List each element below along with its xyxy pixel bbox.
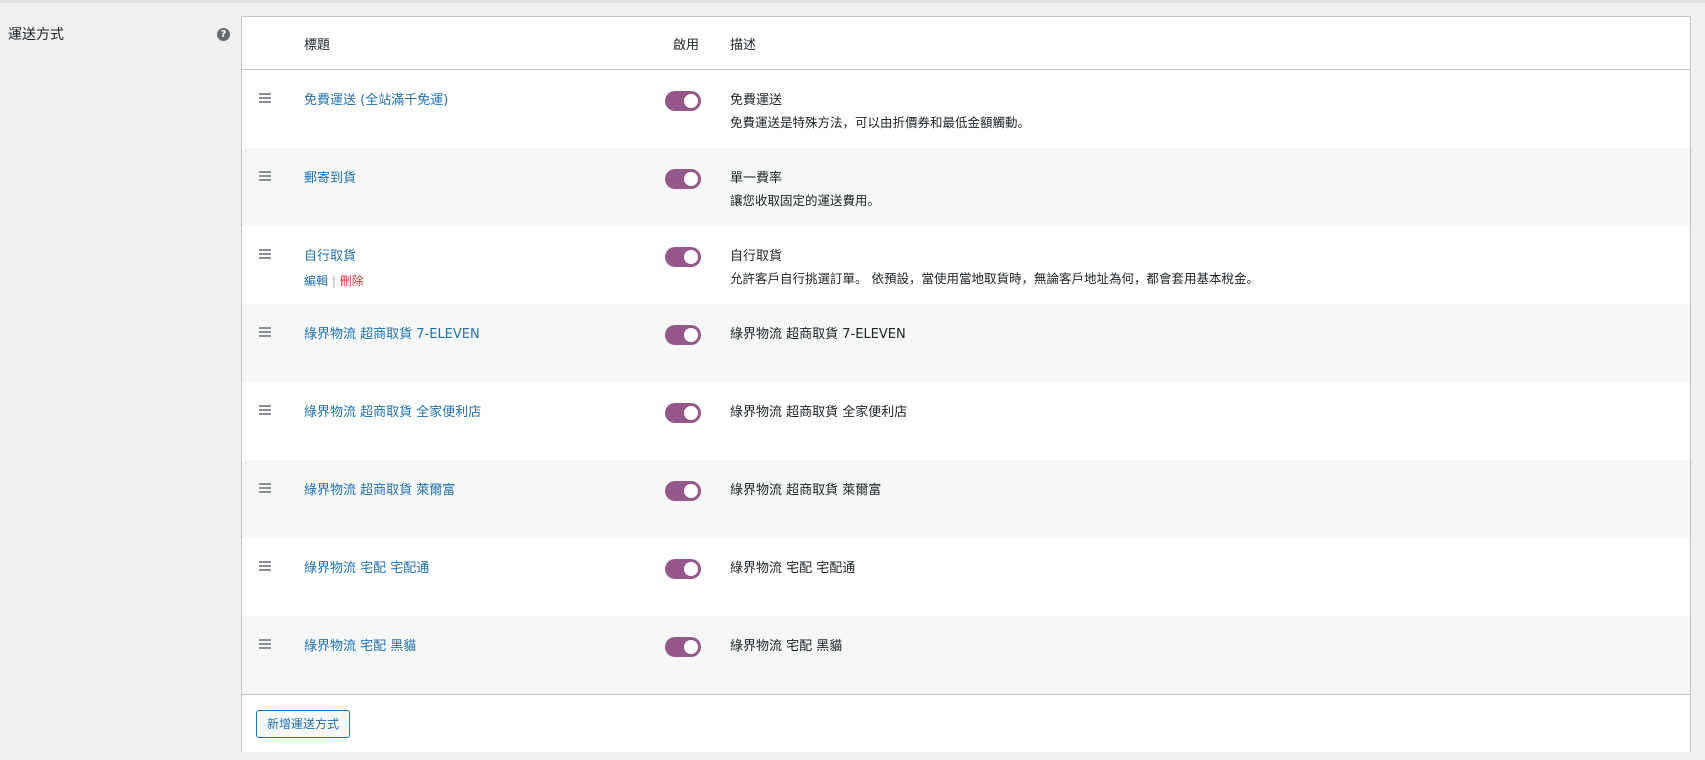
- edit-link[interactable]: 編輯: [304, 274, 328, 288]
- method-title-link[interactable]: 郵寄到貨: [304, 167, 356, 186]
- table-row: 免費運送 (全站滿千免運) 免費運送 免費運送是特殊方法，可以由折價券和最低金額…: [242, 70, 1690, 148]
- enabled-toggle[interactable]: [665, 169, 701, 189]
- drag-handle-icon[interactable]: [259, 171, 271, 181]
- method-title-link[interactable]: 綠界物流 宅配 宅配通: [304, 557, 429, 576]
- drag-handle-icon[interactable]: [259, 483, 271, 493]
- table-body: 免費運送 (全站滿千免運) 免費運送 免費運送是特殊方法，可以由折價券和最低金額…: [242, 70, 1690, 694]
- shipping-methods-table: 標題 啟用 描述 免費運送 (全站滿千免運) 免費運送 免費運送是特殊方法，可以…: [241, 16, 1691, 752]
- section-label: 運送方式: [8, 27, 64, 43]
- enabled-toggle[interactable]: [665, 481, 701, 501]
- table-row: 綠界物流 超商取貨 萊爾富 綠界物流 超商取貨 萊爾富: [242, 460, 1690, 538]
- enabled-toggle[interactable]: [665, 403, 701, 423]
- description-text: 免費運送是特殊方法，可以由折價券和最低金額觸動。: [730, 115, 1031, 130]
- action-separator: |: [331, 274, 336, 288]
- description-title: 自行取貨: [730, 249, 783, 264]
- method-title-link[interactable]: 綠界物流 超商取貨 7-ELEVEN: [304, 323, 480, 342]
- description-title: 免費運送: [730, 93, 783, 108]
- description-text: 讓您收取固定的運送費用。: [730, 193, 881, 208]
- table-row: 自行取貨 編輯 | 刪除 自行取貨 允許客戶自行挑選訂單。 依預設，當使用當地取…: [242, 226, 1690, 304]
- drag-handle-icon[interactable]: [259, 93, 271, 103]
- header-enabled: 啟用: [673, 38, 700, 53]
- top-divider: [0, 0, 1705, 3]
- drag-handle-icon[interactable]: [259, 639, 271, 649]
- enabled-toggle[interactable]: [665, 325, 701, 345]
- header-title: 標題: [304, 38, 331, 53]
- description-title: 綠界物流 超商取貨 萊爾富: [730, 483, 882, 498]
- table-row: 綠界物流 宅配 黑貓 綠界物流 宅配 黑貓: [242, 616, 1690, 694]
- description-title: 綠界物流 超商取貨 全家便利店: [730, 405, 908, 420]
- table-row: 綠界物流 超商取貨 7-ELEVEN 綠界物流 超商取貨 7-ELEVEN: [242, 304, 1690, 382]
- add-shipping-method-button[interactable]: 新增運送方式: [256, 710, 351, 738]
- description-title: 綠界物流 超商取貨 7-ELEVEN: [730, 327, 906, 342]
- drag-handle-icon[interactable]: [259, 327, 271, 337]
- enabled-toggle[interactable]: [665, 559, 701, 579]
- drag-handle-icon[interactable]: [259, 561, 271, 571]
- table-row: 綠界物流 宅配 宅配通 綠界物流 宅配 宅配通: [242, 538, 1690, 616]
- method-title-link[interactable]: 免費運送 (全站滿千免運): [304, 89, 448, 108]
- description-title: 綠界物流 宅配 黑貓: [730, 639, 843, 654]
- table-row: 綠界物流 超商取貨 全家便利店 綠界物流 超商取貨 全家便利店: [242, 382, 1690, 460]
- help-icon[interactable]: ?: [217, 28, 230, 41]
- description-text: 允許客戶自行挑選訂單。 依預設，當使用當地取貨時，無論客戶地址為何，都會套用基本…: [730, 271, 1259, 286]
- drag-handle-icon[interactable]: [259, 405, 271, 415]
- drag-handle-icon[interactable]: [259, 249, 271, 259]
- method-title-link[interactable]: 綠界物流 超商取貨 全家便利店: [304, 401, 481, 420]
- description-title: 綠界物流 宅配 宅配通: [730, 561, 856, 576]
- enabled-toggle[interactable]: [665, 247, 701, 267]
- table-row: 郵寄到貨 單一費率 讓您收取固定的運送費用。: [242, 148, 1690, 226]
- description-title: 單一費率: [730, 171, 783, 186]
- delete-link[interactable]: 刪除: [340, 274, 364, 288]
- table-footer: 新增運送方式: [242, 694, 1690, 752]
- method-title-link[interactable]: 自行取貨: [304, 245, 356, 264]
- enabled-toggle[interactable]: [665, 637, 701, 657]
- row-actions: 編輯 | 刪除: [304, 272, 364, 289]
- table-header: 標題 啟用 描述: [242, 17, 1690, 70]
- method-title-link[interactable]: 綠界物流 超商取貨 萊爾富: [304, 479, 455, 498]
- header-description: 描述: [730, 38, 757, 53]
- enabled-toggle[interactable]: [665, 91, 701, 111]
- method-title-link[interactable]: 綠界物流 宅配 黑貓: [304, 635, 416, 654]
